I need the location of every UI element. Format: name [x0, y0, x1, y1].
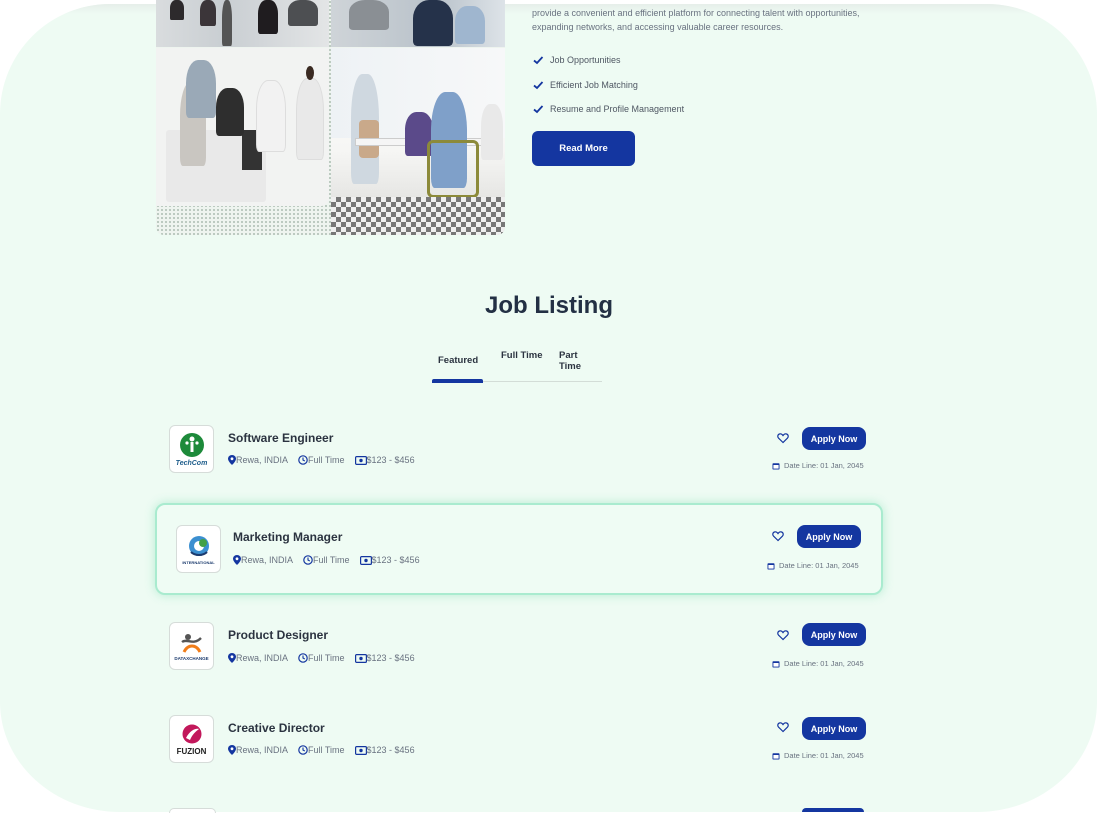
job-deadline: Date Line: 01 Jan, 2045 — [767, 561, 859, 570]
tab-full-time[interactable]: Full Time — [501, 350, 543, 361]
company-logo: DATAXCHANGE — [169, 622, 214, 670]
job-salary: $123 - $456 — [366, 653, 415, 663]
clock-icon — [298, 745, 308, 755]
active-tab-indicator — [432, 379, 483, 383]
job-card[interactable]: DATAXCHANGE Product Designer Rewa, INDIA… — [160, 617, 876, 679]
job-listing-title: Job Listing — [485, 292, 613, 319]
job-type: Full Time — [308, 745, 345, 755]
check-icon — [533, 81, 544, 89]
team-photo-top-left — [156, 0, 329, 47]
feature-label: Job Opportunities — [550, 55, 621, 66]
job-salary: $123 - $456 — [371, 555, 420, 565]
job-location: Rewa, INDIA — [236, 745, 289, 755]
team-highfive-photo — [156, 48, 329, 206]
job-deadline: Date Line: 01 Jan, 2045 — [772, 461, 864, 470]
next-apply-button-partial[interactable] — [802, 808, 864, 812]
deadline-text: Date Line: 01 Jan, 2045 — [779, 561, 859, 570]
fuzion-logo-icon — [182, 724, 201, 743]
feature-label: Resume and Profile Management — [550, 104, 685, 115]
office-meeting-photo — [331, 48, 505, 235]
read-more-button[interactable]: Read More — [532, 131, 635, 166]
job-title[interactable]: Product Designer — [228, 628, 328, 642]
money-icon — [354, 745, 367, 755]
location-pin-icon — [228, 653, 236, 663]
tab-featured[interactable]: Featured — [438, 355, 478, 366]
company-logo: INTERNATIONAL — [176, 525, 221, 573]
check-icon — [533, 105, 544, 114]
deadline-text: Date Line: 01 Jan, 2045 — [784, 659, 864, 668]
feature-list: Job Opportunities Efficient Job Matching… — [532, 48, 684, 122]
location-pin-icon — [228, 455, 236, 465]
job-meta: Rewa, INDIA Full Time $123 - $456 — [228, 653, 425, 663]
apply-now-button[interactable]: Apply Now — [802, 623, 866, 646]
heart-icon[interactable] — [777, 432, 789, 444]
job-card[interactable]: FUZION Creative Director Rewa, INDIA Ful… — [160, 710, 876, 772]
job-salary: $123 - $456 — [366, 455, 415, 465]
next-job-logo-partial — [169, 808, 216, 813]
feature-item: Efficient Job Matching — [532, 73, 684, 98]
apply-now-button[interactable]: Apply Now — [802, 717, 866, 740]
job-type-tabs: Featured Full Time Part Time — [432, 344, 602, 383]
job-meta: Rewa, INDIA Full Time $123 - $456 — [228, 455, 425, 465]
calendar-icon — [772, 660, 780, 667]
about-image-collage — [156, 0, 505, 235]
job-location: Rewa, INDIA — [236, 455, 289, 465]
job-type: Full Time — [308, 653, 345, 663]
about-description: provide a convenient and efficient platf… — [532, 8, 860, 32]
team-photo-top-right — [331, 0, 505, 47]
job-card[interactable]: TechCom Software Engineer Rewa, INDIA Fu… — [160, 420, 876, 482]
techcom-logo-icon — [179, 432, 204, 457]
location-pin-icon — [233, 555, 241, 565]
check-icon — [533, 56, 544, 65]
money-icon — [354, 653, 367, 663]
company-logo-text: INTERNATIONAL — [182, 559, 215, 565]
calendar-icon — [772, 462, 780, 469]
deadline-text: Date Line: 01 Jan, 2045 — [784, 461, 864, 470]
job-title[interactable]: Marketing Manager — [233, 530, 342, 544]
clock-icon — [298, 455, 308, 465]
calendar-icon — [767, 562, 775, 569]
job-deadline: Date Line: 01 Jan, 2045 — [772, 659, 864, 668]
heart-icon[interactable] — [777, 629, 789, 641]
company-logo-text: TechCom — [175, 459, 208, 467]
location-pin-icon — [228, 745, 236, 755]
apply-now-button[interactable]: Apply Now — [797, 525, 861, 548]
deadline-text: Date Line: 01 Jan, 2045 — [784, 751, 864, 760]
feature-item: Resume and Profile Management — [532, 97, 684, 122]
feature-label: Efficient Job Matching — [550, 79, 638, 90]
clock-icon — [298, 653, 308, 663]
money-icon — [354, 455, 367, 465]
apply-now-button[interactable]: Apply Now — [802, 427, 866, 450]
job-location: Rewa, INDIA — [236, 653, 289, 663]
job-type: Full Time — [313, 555, 350, 565]
job-title[interactable]: Creative Director — [228, 721, 325, 735]
heart-icon[interactable] — [777, 721, 789, 733]
heart-icon[interactable] — [772, 530, 784, 542]
money-icon — [359, 555, 372, 565]
feature-item: Job Opportunities — [532, 48, 684, 73]
clock-icon — [303, 555, 313, 565]
job-salary: $123 - $456 — [366, 745, 415, 755]
company-logo-text: DATAXCHANGE — [174, 655, 209, 661]
job-meta: Rewa, INDIA Full Time $123 - $456 — [233, 555, 430, 565]
job-type: Full Time — [308, 455, 345, 465]
dataxchange-logo-icon — [180, 633, 202, 653]
job-meta: Rewa, INDIA Full Time $123 - $456 — [228, 745, 425, 755]
company-logo: FUZION — [169, 715, 214, 763]
company-logo-text: FUZION — [176, 746, 207, 756]
job-title[interactable]: Software Engineer — [228, 431, 333, 445]
calendar-icon — [772, 752, 780, 759]
company-logo: TechCom — [169, 425, 214, 473]
international-logo-icon — [188, 535, 209, 556]
job-location: Rewa, INDIA — [241, 555, 294, 565]
tab-part-time[interactable]: Part Time — [559, 350, 602, 372]
job-deadline: Date Line: 01 Jan, 2045 — [772, 751, 864, 760]
job-card-highlighted[interactable]: INTERNATIONAL Marketing Manager Rewa, IN… — [155, 503, 883, 595]
